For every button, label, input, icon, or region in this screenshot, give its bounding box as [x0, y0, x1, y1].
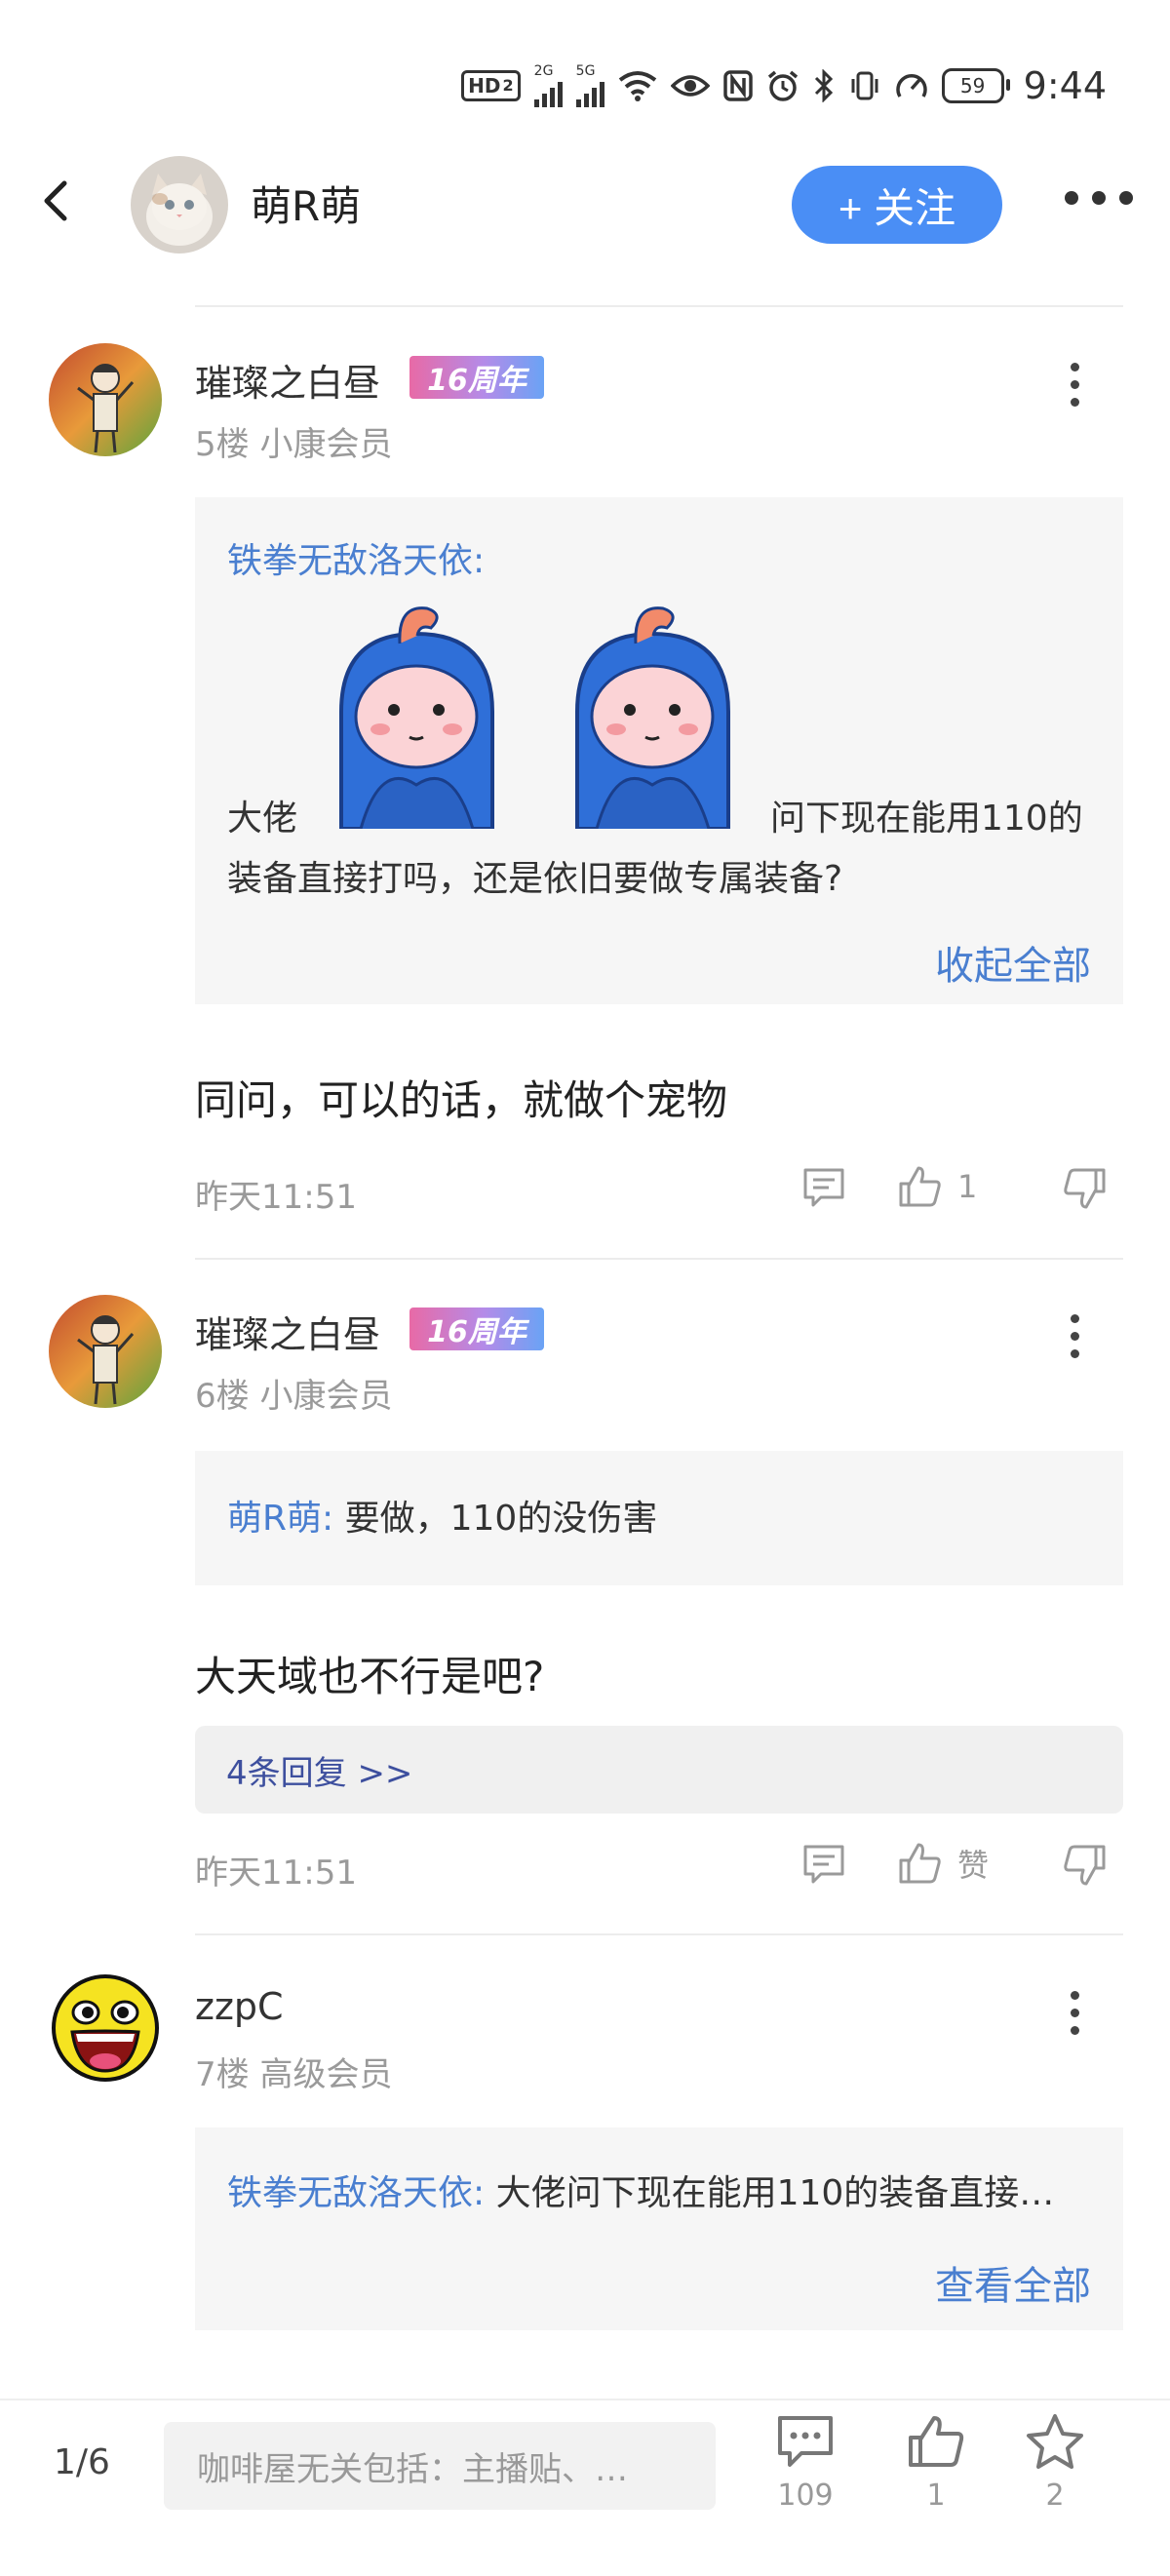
like-button[interactable]: 赞	[897, 1841, 989, 1886]
anniversary-badge: 16周年	[410, 1308, 544, 1350]
battery-icon: 59	[941, 68, 1010, 103]
comment-button[interactable]	[801, 1843, 846, 1886]
bluetooth-icon	[813, 69, 835, 102]
comment-text: 同问，可以的话，就做个宠物	[195, 1076, 728, 1124]
page-indicator[interactable]: 1/6	[54, 2442, 110, 2482]
quote-text: 要做，110的没伤害	[344, 1499, 658, 1539]
star-icon	[1027, 2414, 1083, 2469]
collapse-all-link[interactable]: 收起全部	[935, 934, 1091, 991]
quoted-reply: 铁拳无敌洛天依: 大佬问下现在能用110的装备直接… 查看全部	[195, 2127, 1123, 2330]
post-meta: 6楼 小康会员	[195, 1377, 393, 1416]
speed-gauge-icon	[895, 70, 928, 101]
eye-icon	[670, 72, 710, 99]
quote-text-line2: 装备直接打吗，还是依旧要做专属装备?	[227, 859, 843, 899]
post-meta: 5楼 小康会员	[195, 425, 393, 464]
avatar[interactable]	[131, 156, 228, 254]
quoted-reply: 铁拳无敌洛天依: 大佬 问下现在能用110的 装备直接打吗，还是依旧要做专属装备…	[195, 497, 1123, 1004]
timestamp: 昨天11:51	[195, 1178, 357, 1217]
quoted-username[interactable]: 铁拳无敌洛天依:	[227, 2173, 485, 2213]
quote-text-before: 大佬	[227, 799, 298, 839]
avatar[interactable]	[49, 343, 162, 456]
avatar[interactable]	[51, 1973, 160, 2083]
follow-button[interactable]: + 关注	[792, 166, 1002, 244]
more-horizontal-icon[interactable]	[1065, 191, 1133, 205]
comment-icon	[803, 1845, 844, 1884]
thumbs-down-icon	[1064, 1845, 1106, 1886]
thumbs-up-icon	[909, 2416, 964, 2467]
alarm-icon	[766, 69, 800, 102]
thumbs-up-icon	[899, 1843, 941, 1884]
like-count: 1	[926, 2478, 946, 2513]
dislike-button[interactable]	[1061, 1166, 1108, 1211]
sticker-emoji-icon	[558, 595, 748, 831]
quote-text-after: 问下现在能用110的	[770, 799, 1083, 839]
comment-icon	[803, 1168, 844, 1207]
comment-bubble-icon	[778, 2416, 833, 2467]
dislike-button[interactable]	[1061, 1843, 1108, 1888]
comment-text: 大天域也不行是吧?	[195, 1653, 545, 1700]
signal-5g-icon: 5G	[575, 64, 604, 107]
username[interactable]: 璀璨之白昼	[195, 353, 380, 407]
chevron-left-icon	[44, 180, 67, 221]
sticker-emoji-icon	[322, 595, 512, 831]
username[interactable]: 璀璨之白昼	[195, 1305, 380, 1358]
page-title: 萌R萌	[251, 182, 362, 230]
quote-text: 大佬问下现在能用110的装备直接…	[495, 2173, 1055, 2213]
comment-count: 109	[777, 2478, 834, 2513]
comments-button[interactable]: 109	[747, 2412, 864, 2513]
back-button[interactable]	[37, 174, 84, 228]
wifi-icon	[618, 70, 657, 101]
timestamp: 昨天11:51	[195, 1854, 357, 1893]
avatar[interactable]	[49, 1295, 162, 1408]
like-label: 赞	[957, 1847, 990, 1884]
divider	[195, 1258, 1123, 1260]
more-vertical-icon[interactable]	[1065, 1314, 1084, 1358]
star-count: 2	[1045, 2478, 1065, 2513]
comment-button[interactable]	[801, 1166, 846, 1209]
post-meta: 7楼 高级会员	[195, 2055, 393, 2094]
nfc-icon	[722, 70, 753, 101]
anniversary-badge: 16周年	[410, 356, 544, 399]
thumbs-up-icon	[899, 1166, 941, 1207]
like-button[interactable]: 1	[897, 1164, 977, 1209]
more-vertical-icon[interactable]	[1065, 363, 1084, 407]
view-all-link[interactable]: 查看全部	[935, 2254, 1091, 2311]
signal-2g-icon: 2G	[533, 64, 563, 107]
username[interactable]: zzpC	[195, 1985, 284, 2028]
vibrate-icon	[848, 70, 881, 101]
status-bar: HD 2 2G 5G 59 9:44	[461, 59, 1107, 113]
favorite-button[interactable]: 2	[996, 2412, 1113, 2513]
divider	[195, 305, 1123, 307]
replies-link[interactable]: 4条回复 >>	[195, 1726, 1123, 1814]
thumbs-down-icon	[1064, 1168, 1106, 1209]
reply-input[interactable]: 咖啡屋无关包括：主播贴、…	[164, 2422, 716, 2510]
more-vertical-icon[interactable]	[1065, 1991, 1084, 2035]
hd-icon: HD 2	[461, 70, 521, 101]
quoted-username[interactable]: 铁拳无敌洛天依:	[227, 532, 485, 583]
clock: 9:44	[1023, 64, 1107, 107]
quoted-reply: 萌R萌: 要做，110的没伤害	[195, 1451, 1123, 1585]
like-post-button[interactable]: 1	[878, 2412, 994, 2513]
like-count: 1	[957, 1168, 978, 1205]
quoted-username[interactable]: 萌R萌:	[227, 1499, 333, 1539]
divider	[195, 1933, 1123, 1935]
